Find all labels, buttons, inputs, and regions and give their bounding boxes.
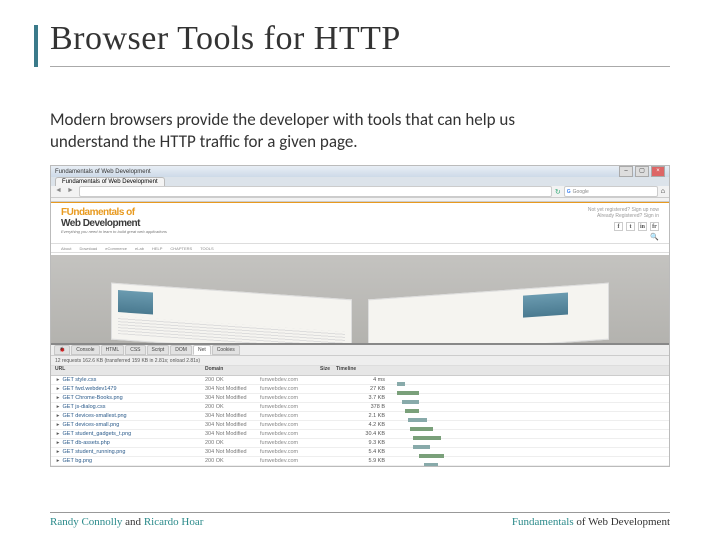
expand-icon[interactable]: ▸: [55, 440, 61, 446]
search-icon[interactable]: 🔍: [588, 233, 659, 241]
reload-icon[interactable]: ↻: [555, 188, 561, 196]
site-header: FUndamentals of Web Development Everythi…: [51, 203, 669, 243]
menu-item[interactable]: HELP: [152, 246, 162, 251]
devtools-summary: 12 requests 162.6 KB (transferred 159 KB…: [51, 356, 669, 366]
menu-item[interactable]: eCommerce: [105, 246, 127, 251]
header-right: Not yet registered? Sign up now Already …: [588, 207, 659, 241]
flickr-icon[interactable]: fr: [650, 222, 659, 231]
col-url[interactable]: URL: [51, 366, 205, 375]
tab-cookies[interactable]: Cookies: [212, 345, 240, 355]
social-icons: f t in fr: [588, 222, 659, 231]
forward-icon[interactable]: ►: [67, 187, 76, 196]
maximize-button[interactable]: ▢: [635, 166, 649, 177]
window-titlebar: Fundamentals of Web Development – ▢ ×: [51, 166, 669, 177]
devtools-tabs: 🐞 Console HTML CSS Script DOM Net Cookie…: [51, 345, 669, 356]
accent-bar: [34, 25, 38, 67]
window-title-text: Fundamentals of Web Development: [55, 169, 151, 175]
site-menu: About Download eCommerce eLab HELP CHAPT…: [51, 243, 669, 253]
linkedin-icon[interactable]: in: [638, 222, 647, 231]
net-rows: ▸ GET style.css200 OKfunwebdev.com4 ms▸ …: [51, 376, 669, 466]
search-placeholder: Google: [573, 189, 589, 195]
logo-tagline: Everything you need to learn to build gr…: [61, 229, 167, 234]
devtools-panel: 🐞 Console HTML CSS Script DOM Net Cookie…: [51, 343, 669, 466]
net-row[interactable]: ▸ GET db-assets.php200 OKfunwebdev.com9.…: [51, 439, 669, 448]
signin-link[interactable]: Already Registered? Sign in: [588, 213, 659, 219]
title-rule: [50, 66, 670, 67]
net-row[interactable]: ▸ GET fwd.webdev1479304 Not Modifiedfunw…: [51, 385, 669, 394]
author-1: Randy Connolly: [50, 516, 122, 528]
footer-and: and: [122, 516, 143, 528]
menu-item[interactable]: CHAPTERS: [170, 246, 192, 251]
tab-css[interactable]: CSS: [125, 345, 145, 355]
facebook-icon[interactable]: f: [614, 222, 623, 231]
net-row[interactable]: ▸ GET Chrome-Books.png304 Not Modifiedfu…: [51, 394, 669, 403]
window-controls: – ▢ ×: [619, 166, 665, 177]
tab-dom[interactable]: DOM: [170, 345, 192, 355]
site-logo: FUndamentals of Web Development Everythi…: [61, 207, 167, 241]
devtools-bug-icon[interactable]: 🐞: [54, 345, 70, 355]
page-content: FUndamentals of Web Development Everythi…: [51, 203, 669, 343]
net-header-row: URL Domain Size Timeline: [51, 366, 669, 376]
net-row[interactable]: ▸ GET devices-small.png304 Not Modifiedf…: [51, 421, 669, 430]
expand-icon[interactable]: ▸: [55, 449, 61, 455]
hero-image: [51, 255, 669, 343]
tab-console[interactable]: Console: [71, 345, 99, 355]
slide-title: Browser Tools for HTTP: [50, 20, 670, 58]
book-right-page: [368, 283, 609, 343]
net-row[interactable]: ▸ GET student_gadgets_t.png304 Not Modif…: [51, 430, 669, 439]
minimize-button[interactable]: –: [619, 166, 633, 177]
twitter-icon[interactable]: t: [626, 222, 635, 231]
nav-toolbar: ◄ ► ↻ G Google ⌂: [51, 186, 669, 198]
back-icon[interactable]: ◄: [55, 187, 64, 196]
expand-icon[interactable]: ▸: [55, 377, 61, 383]
google-icon: G: [567, 189, 571, 195]
book-title-accent: Fundamentals: [512, 516, 574, 528]
book-left-page: [111, 283, 352, 343]
logo-line1: FUndamentals of: [61, 207, 135, 218]
menu-item[interactable]: Download: [79, 246, 97, 251]
menu-item[interactable]: About: [61, 246, 71, 251]
search-box[interactable]: G Google: [564, 186, 658, 197]
net-row[interactable]: ▸ GET style.css200 OKfunwebdev.com4 ms: [51, 376, 669, 385]
expand-icon[interactable]: ▸: [55, 413, 61, 419]
menu-item[interactable]: eLab: [135, 246, 144, 251]
home-icon[interactable]: ⌂: [661, 188, 665, 195]
book-title-rest: of Web Development: [574, 516, 670, 528]
col-domain[interactable]: Domain: [205, 366, 295, 375]
net-row[interactable]: ▸ GET devices-smallest.png304 Not Modifi…: [51, 412, 669, 421]
logo-line2: Web Development: [61, 218, 140, 229]
expand-icon[interactable]: ▸: [55, 395, 61, 401]
menu-item[interactable]: TOOLS: [200, 246, 214, 251]
expand-icon[interactable]: ▸: [55, 458, 61, 464]
close-button[interactable]: ×: [651, 166, 665, 177]
expand-icon[interactable]: ▸: [55, 386, 61, 392]
expand-icon[interactable]: ▸: [55, 422, 61, 428]
col-timeline[interactable]: Timeline: [336, 366, 669, 375]
footer-left: Randy Connolly and Ricardo Hoar: [50, 516, 203, 528]
net-row[interactable]: ▸ GET student_running.png304 Not Modifie…: [51, 448, 669, 457]
author-2: Ricardo Hoar: [144, 516, 204, 528]
browser-tab[interactable]: Fundamentals of Web Development: [55, 177, 165, 186]
expand-icon[interactable]: ▸: [55, 431, 61, 437]
book-graphic: [111, 283, 609, 343]
tab-bar: Fundamentals of Web Development: [51, 177, 669, 186]
net-row[interactable]: ▸ GET bg.png200 OKfunwebdev.com5.9 KB: [51, 457, 669, 466]
col-size[interactable]: Size: [295, 366, 336, 375]
slide-body: Modern browsers provide the developer wi…: [50, 109, 570, 153]
tab-script[interactable]: Script: [147, 345, 170, 355]
footer-right: Fundamentals of Web Development: [512, 516, 670, 528]
expand-icon[interactable]: ▸: [55, 404, 61, 410]
slide-footer: Randy Connolly and Ricardo Hoar Fundamen…: [50, 512, 670, 528]
address-bar[interactable]: [79, 186, 552, 197]
browser-screenshot: Fundamentals of Web Development – ▢ × Fu…: [50, 165, 670, 467]
tab-html[interactable]: HTML: [101, 345, 125, 355]
tab-net[interactable]: Net: [193, 345, 211, 355]
net-row[interactable]: ▸ GET js-dialog.css200 OKfunwebdev.com37…: [51, 403, 669, 412]
